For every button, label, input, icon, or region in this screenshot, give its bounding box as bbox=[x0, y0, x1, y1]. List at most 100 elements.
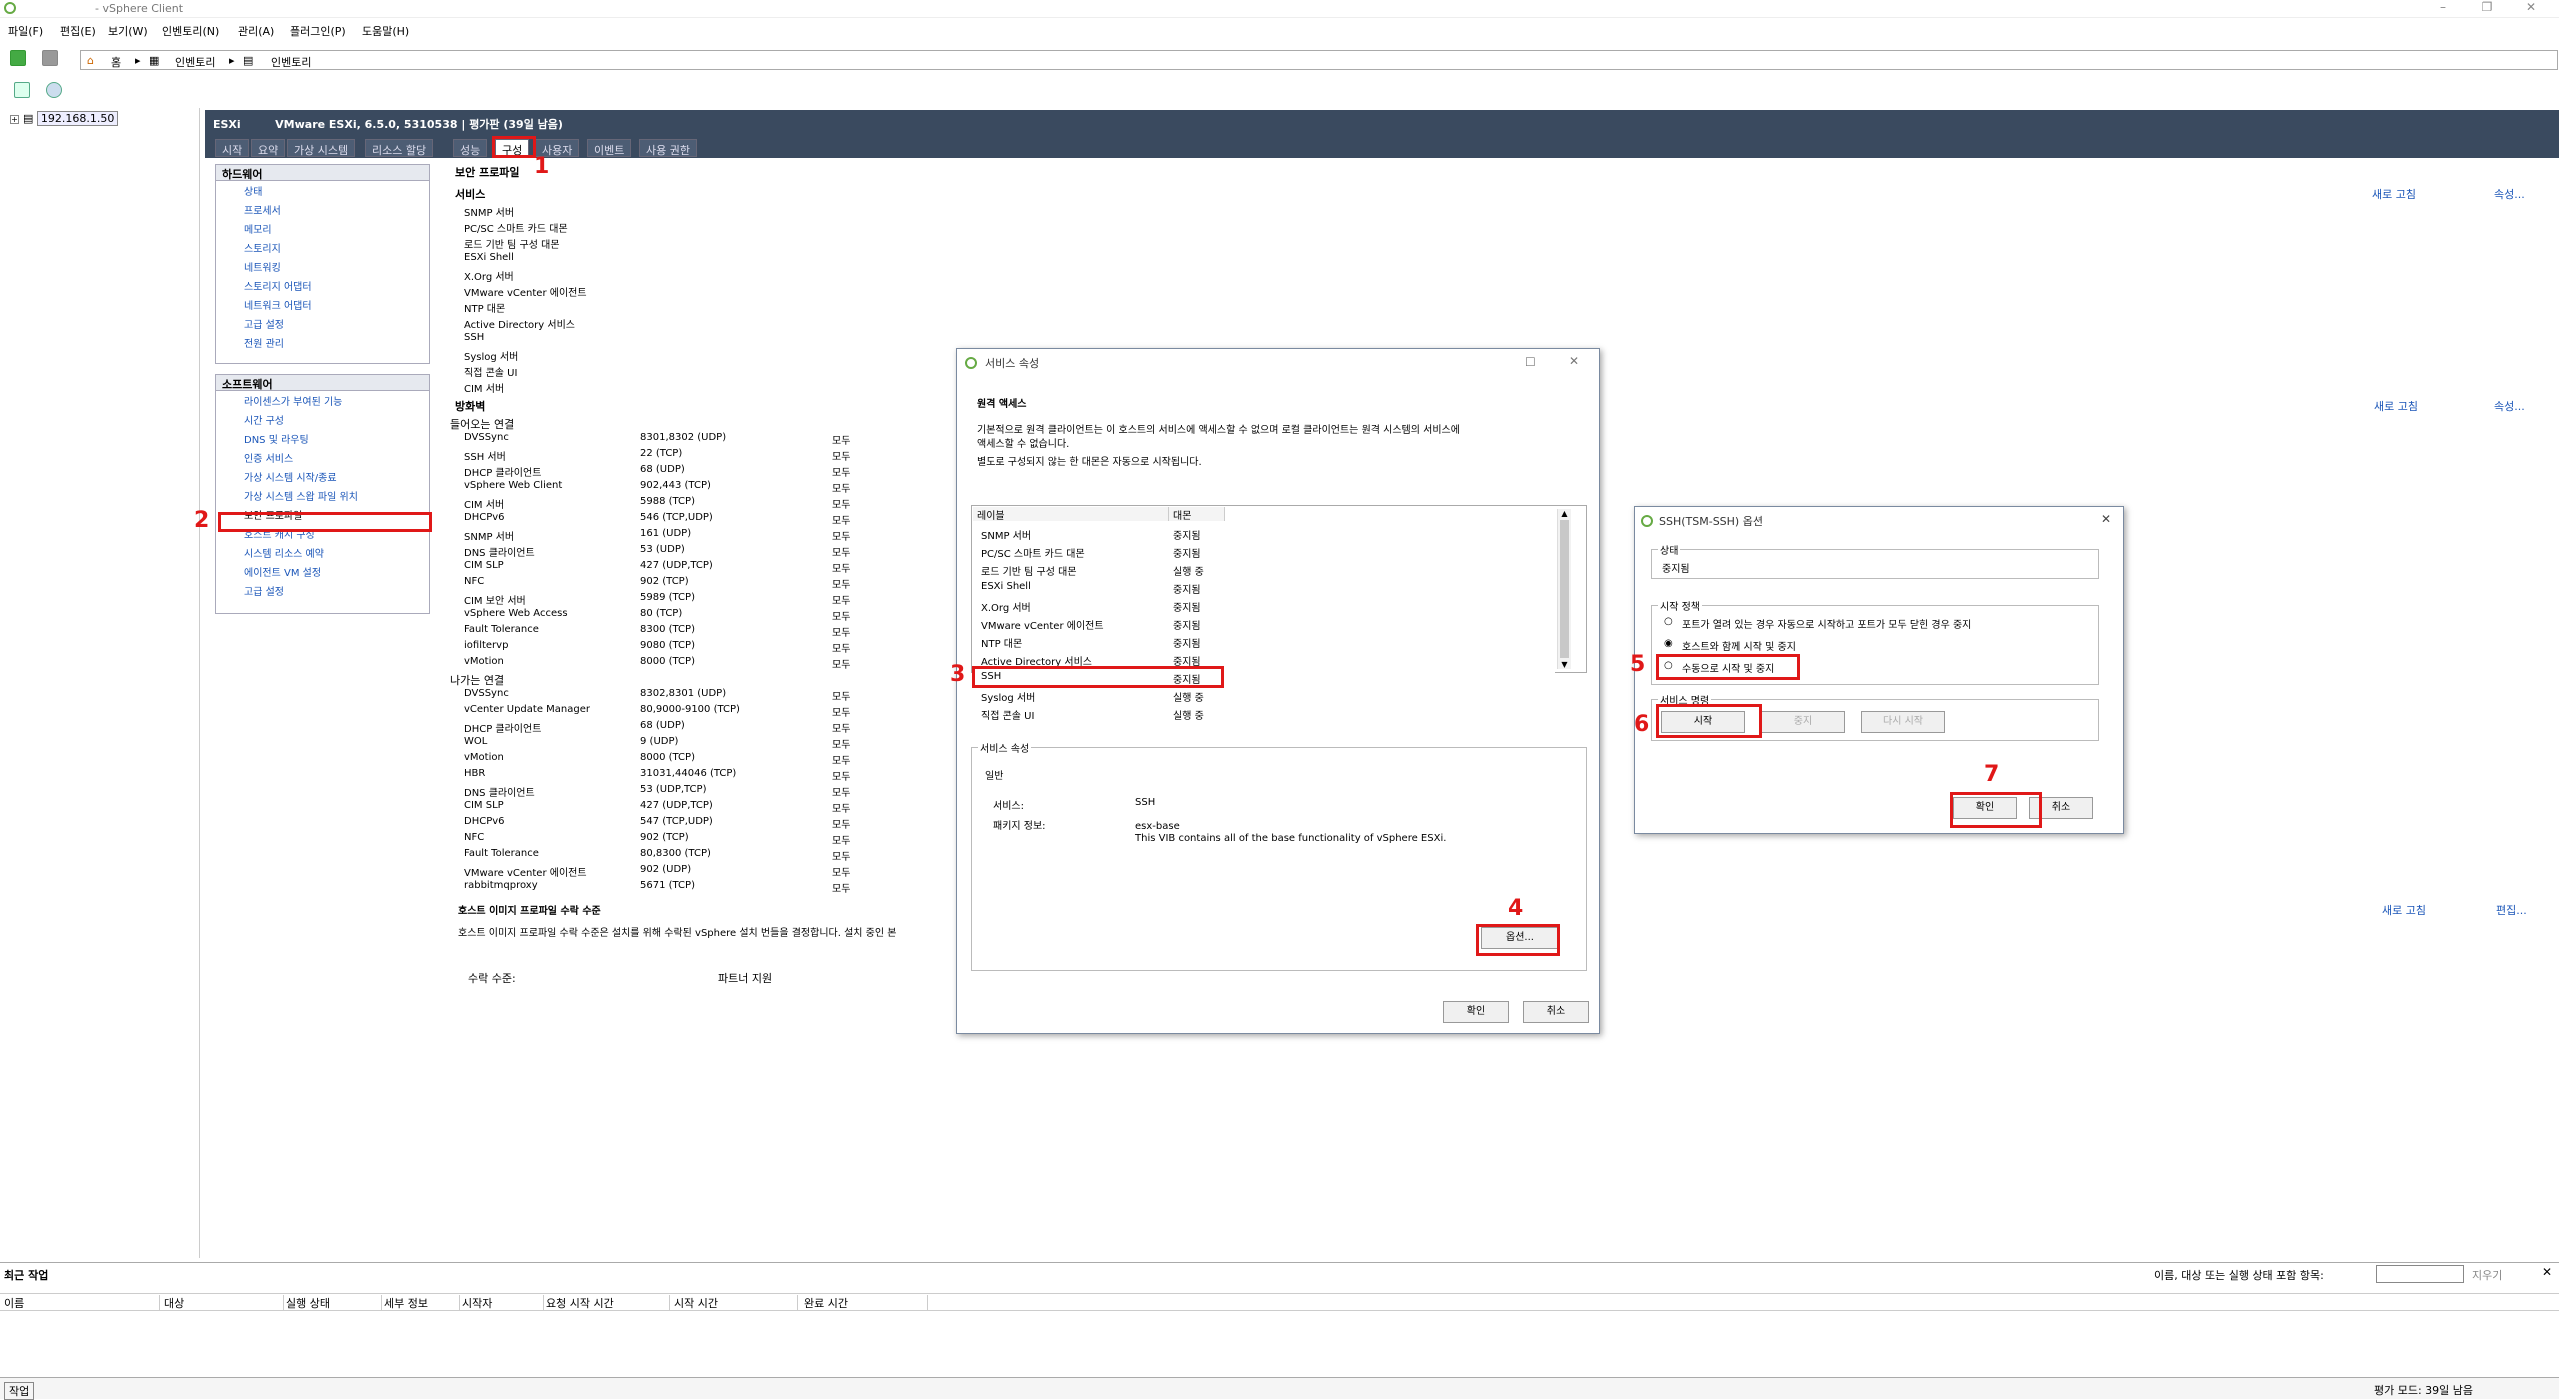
scroll-up-icon[interactable]: ▲ bbox=[1558, 509, 1571, 518]
clear-link[interactable]: 지우기 bbox=[2472, 1267, 2502, 1283]
add-host-icon[interactable] bbox=[14, 82, 30, 98]
sw-advanced[interactable]: 고급 설정 bbox=[216, 581, 429, 600]
policy2-label[interactable]: 호스트와 함께 시작 및 중지 bbox=[1682, 638, 1796, 653]
scroll-thumb[interactable] bbox=[1560, 520, 1569, 658]
back-icon[interactable] bbox=[10, 50, 26, 66]
refresh-image-link[interactable]: 새로 고침 bbox=[2382, 902, 2426, 918]
daemon-row[interactable] bbox=[973, 579, 1555, 595]
menu-admin[interactable]: 관리(A) bbox=[238, 23, 274, 39]
close-tasks-icon[interactable]: ✕ bbox=[2542, 1265, 2552, 1279]
sw-agent-vm[interactable]: 에이전트 VM 설정 bbox=[216, 562, 429, 581]
tab-performance[interactable]: 성능 bbox=[453, 139, 488, 157]
col-status[interactable]: 실행 상태 bbox=[286, 1295, 382, 1311]
home-icon[interactable]: ⌂ bbox=[87, 54, 94, 67]
daemon-row-label[interactable]: 직접 콘솔 UI bbox=[981, 707, 1034, 722]
daemon-row[interactable] bbox=[973, 597, 1555, 613]
daemon-row-label[interactable]: PC/SC 스마트 카드 대몬 bbox=[981, 545, 1085, 560]
daemon-scrollbar[interactable]: ▲ ▼ bbox=[1557, 509, 1571, 669]
tab-getting-started[interactable]: 시작 bbox=[215, 139, 250, 157]
hw-power[interactable]: 전원 관리 bbox=[216, 333, 429, 352]
menu-help[interactable]: 도움말(H) bbox=[362, 23, 409, 39]
breadcrumb-home[interactable]: 홈 bbox=[111, 54, 121, 70]
policy2-radio[interactable]: ◉ bbox=[1664, 638, 1673, 649]
tab-resource-allocation[interactable]: 리소스 할당 bbox=[365, 139, 434, 157]
svc-cancel-button[interactable]: 취소 bbox=[1523, 1001, 1589, 1023]
hw-storage-adapter[interactable]: 스토리지 어댑터 bbox=[216, 276, 429, 295]
daemon-row-label[interactable]: ESXi Shell bbox=[981, 581, 1031, 592]
policy1-radio[interactable]: ○ bbox=[1664, 616, 1673, 627]
col-target[interactable]: 대상 bbox=[164, 1295, 284, 1311]
breadcrumb-inventory-1[interactable]: 인벤토리 bbox=[175, 54, 215, 70]
task-filter-input[interactable] bbox=[2376, 1265, 2464, 1283]
breadcrumb-inventory-2[interactable]: 인벤토리 bbox=[271, 54, 311, 70]
tasks-button[interactable]: 작업 bbox=[4, 1382, 35, 1400]
hw-memory[interactable]: 메모리 bbox=[216, 219, 429, 238]
daemon-row-label[interactable]: VMware vCenter 에이전트 bbox=[981, 617, 1104, 632]
daemon-row[interactable] bbox=[973, 687, 1555, 703]
firewall-properties-link[interactable]: 속성... bbox=[2494, 398, 2525, 414]
daemon-col-daemon[interactable]: 대몬 bbox=[1169, 507, 1225, 522]
scroll-down-icon[interactable]: ▼ bbox=[1558, 660, 1571, 669]
daemon-row-label[interactable]: Syslog 서버 bbox=[981, 689, 1035, 704]
tab-summary[interactable]: 요약 bbox=[251, 139, 286, 157]
daemon-row[interactable] bbox=[973, 705, 1555, 721]
ssh-dialog-close-icon[interactable]: ✕ bbox=[2101, 512, 2111, 526]
forward-icon[interactable] bbox=[42, 50, 58, 66]
sw-resource-reservation[interactable]: 시스템 리소스 예약 bbox=[216, 543, 429, 562]
sw-swap[interactable]: 가상 시스템 스왑 파일 위치 bbox=[216, 486, 429, 505]
svc-dialog-close-icon[interactable]: ✕ bbox=[1569, 354, 1579, 368]
tree-host-node[interactable]: + ▤ 192.168.1.50 bbox=[10, 111, 119, 126]
daemon-row-label[interactable]: 로드 기반 팀 구성 대몬 bbox=[981, 563, 1077, 578]
sw-vm-startup[interactable]: 가상 시스템 시작/종료 bbox=[216, 467, 429, 486]
hw-processor[interactable]: 프로세서 bbox=[216, 200, 429, 219]
daemon-col-label[interactable]: 레이블 bbox=[973, 507, 1169, 522]
daemon-row[interactable] bbox=[973, 525, 1555, 541]
svc-dialog-maximize-icon[interactable]: ☐ bbox=[1525, 355, 1536, 369]
col-complete[interactable]: 완료 시간 bbox=[804, 1295, 928, 1311]
image-edit-link[interactable]: 편집... bbox=[2496, 902, 2527, 918]
highlight-options-button bbox=[1476, 924, 1560, 956]
menu-edit[interactable]: 편집(E) bbox=[60, 23, 96, 39]
sw-auth[interactable]: 인증 서비스 bbox=[216, 448, 429, 467]
tab-events[interactable]: 이벤트 bbox=[587, 139, 632, 157]
tab-vms[interactable]: 가상 시스템 bbox=[287, 139, 356, 157]
tab-permissions[interactable]: 사용 권한 bbox=[639, 139, 697, 157]
tree-host-label[interactable]: 192.168.1.50 bbox=[36, 111, 119, 126]
col-details[interactable]: 세부 정보 bbox=[384, 1295, 460, 1311]
daemon-row-label[interactable]: X.Org 서버 bbox=[981, 599, 1031, 614]
policy1-label[interactable]: 포트가 열려 있는 경우 자동으로 시작하고 포트가 모두 닫힌 경우 중지 bbox=[1682, 616, 1971, 631]
minimize-icon[interactable]: – bbox=[2428, 0, 2458, 18]
expand-icon[interactable]: + bbox=[10, 115, 19, 124]
incoming-port: 80 (TCP) bbox=[640, 608, 683, 619]
daemon-row[interactable] bbox=[973, 633, 1555, 649]
col-requested[interactable]: 요청 시작 시간 bbox=[546, 1295, 670, 1311]
sw-time[interactable]: 시간 구성 bbox=[216, 410, 429, 429]
outgoing-port: 8302,8301 (UDP) bbox=[640, 688, 727, 699]
close-icon[interactable]: ✕ bbox=[2516, 0, 2546, 18]
hw-network-adapter[interactable]: 네트워크 어댑터 bbox=[216, 295, 429, 314]
refresh-services-link[interactable]: 새로 고침 bbox=[2372, 186, 2416, 202]
menu-view[interactable]: 보기(W) bbox=[108, 23, 148, 39]
service-item: VMware vCenter 에이전트 bbox=[464, 288, 587, 299]
col-name[interactable]: 이름 bbox=[4, 1295, 160, 1311]
refresh-icon[interactable] bbox=[46, 82, 62, 98]
sw-licensed[interactable]: 라이센스가 부여된 기능 bbox=[216, 391, 429, 410]
daemon-row-label[interactable]: NTP 대몬 bbox=[981, 635, 1022, 650]
hw-status[interactable]: 상태 bbox=[216, 181, 429, 200]
refresh-firewall-link[interactable]: 새로 고침 bbox=[2374, 398, 2418, 414]
daemon-row-label[interactable]: SNMP 서버 bbox=[981, 527, 1031, 542]
restore-icon[interactable]: ❐ bbox=[2472, 0, 2502, 18]
hw-advanced[interactable]: 고급 설정 bbox=[216, 314, 429, 333]
hw-networking[interactable]: 네트워킹 bbox=[216, 257, 429, 276]
menu-file[interactable]: 파일(F) bbox=[8, 23, 43, 39]
menu-inventory[interactable]: 인벤토리(N) bbox=[162, 23, 219, 39]
inventory-tree bbox=[0, 108, 200, 1258]
col-start[interactable]: 시작 시간 bbox=[674, 1295, 798, 1311]
hw-storage[interactable]: 스토리지 bbox=[216, 238, 429, 257]
services-properties-link[interactable]: 속성... bbox=[2494, 186, 2525, 202]
menu-plugins[interactable]: 플러그인(P) bbox=[290, 23, 346, 39]
sw-dns[interactable]: DNS 및 라우팅 bbox=[216, 429, 429, 448]
service-item: SSH bbox=[464, 332, 485, 343]
col-initiator[interactable]: 시작자 bbox=[462, 1295, 544, 1311]
svc-ok-button[interactable]: 확인 bbox=[1443, 1001, 1509, 1023]
